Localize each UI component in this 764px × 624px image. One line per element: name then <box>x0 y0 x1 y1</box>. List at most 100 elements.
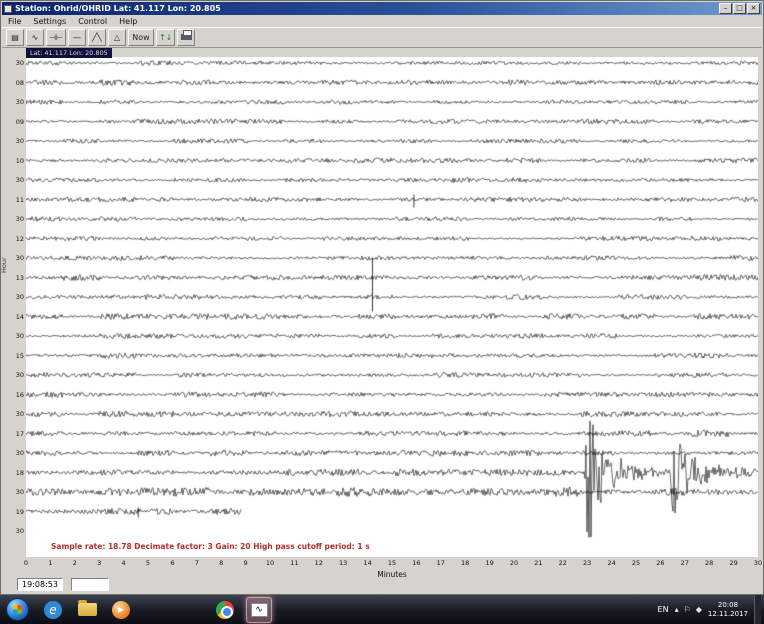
minute-tick-28: 28 <box>705 559 713 567</box>
minute-tick-24: 24 <box>607 559 615 567</box>
minute-tick-13: 13 <box>339 559 347 567</box>
seismograph-app-icon: ∿ <box>251 603 268 617</box>
internet-explorer-icon: e <box>44 601 62 619</box>
minute-tick-6: 6 <box>170 559 174 567</box>
minute-tick-16: 16 <box>412 559 420 567</box>
app-window: Station: Ohrid/OHRID Lat: 41.117 Lon: 20… <box>0 0 764 595</box>
minute-tick-8: 8 <box>219 559 223 567</box>
chrome-button[interactable] <box>212 597 238 623</box>
seismograph-app-button[interactable]: ∿ <box>246 597 272 623</box>
menu-file[interactable]: File <box>2 17 27 26</box>
current-time-display: 19:08:53 <box>17 578 63 591</box>
minute-tick-11: 11 <box>290 559 298 567</box>
hour-label-08:00: 08 <box>3 79 24 87</box>
minute-tick-30: 30 <box>754 559 762 567</box>
system-tray: EN ▴ ⚐ ◆ 20:08 12.11.2017 <box>658 595 764 624</box>
minute-tick-29: 29 <box>729 559 737 567</box>
hour-label-08:30: 30 <box>3 98 24 106</box>
hour-label-07:30: 30 <box>3 59 24 67</box>
minute-tick-22: 22 <box>559 559 567 567</box>
hour-label-09:30: 30 <box>3 137 24 145</box>
hour-label-10:30: 30 <box>3 176 24 184</box>
app-window-icon <box>4 5 12 13</box>
hour-label-11:30: 30 <box>3 215 24 223</box>
minute-tick-14: 14 <box>363 559 371 567</box>
hour-label-13:30: 30 <box>3 293 24 301</box>
now-button[interactable]: Now <box>128 29 154 46</box>
minute-tick-18: 18 <box>461 559 469 567</box>
start-button[interactable] <box>6 598 29 621</box>
menu-control[interactable]: Control <box>72 17 113 26</box>
x-axis-label: Minutes <box>26 570 758 579</box>
media-player-button[interactable]: ▶ <box>108 597 134 623</box>
minute-tick-25: 25 <box>632 559 640 567</box>
network-icon[interactable]: ◆ <box>696 605 702 614</box>
minute-tick-20: 20 <box>510 559 518 567</box>
hour-label-15:30: 30 <box>3 371 24 379</box>
acquisition-info-line: Sample rate: 18.78 Decimate factor: 3 Ga… <box>51 542 370 551</box>
tray-date: 12.11.2017 <box>708 610 748 618</box>
hour-label-16:30: 30 <box>3 410 24 418</box>
close-button[interactable]: × <box>747 3 760 14</box>
title-bar[interactable]: Station: Ohrid/OHRID Lat: 41.117 Lon: 20… <box>2 2 762 15</box>
minute-tick-4: 4 <box>122 559 126 567</box>
minute-tick-10: 10 <box>266 559 274 567</box>
taskbar-icons: e ▶ ∿ <box>36 597 276 623</box>
hour-label-12:00: 12 <box>3 235 24 243</box>
language-indicator[interactable]: EN <box>658 605 669 614</box>
menu-help[interactable]: Help <box>113 17 143 26</box>
window-title: Station: Ohrid/OHRID Lat: 41.117 Lon: 20… <box>15 4 719 13</box>
minute-tick-2: 2 <box>73 559 77 567</box>
hour-label-14:30: 30 <box>3 332 24 340</box>
maximize-button[interactable]: □ <box>733 3 746 14</box>
minute-tick-26: 26 <box>656 559 664 567</box>
minute-tick-9: 9 <box>244 559 248 567</box>
folder-button[interactable] <box>74 597 100 623</box>
scroll-up-down-button[interactable]: ↑↓ <box>156 29 175 46</box>
tray-icons: ▴ ⚐ ◆ <box>675 605 702 614</box>
minute-tick-5: 5 <box>146 559 150 567</box>
waveform-scale-button[interactable]: ∿ <box>26 29 44 46</box>
hour-label-18:00: 18 <box>3 469 24 477</box>
media-player-icon: ▶ <box>112 601 130 619</box>
minute-tick-7: 7 <box>195 559 199 567</box>
caption-buttons: –□× <box>719 3 760 14</box>
y-axis-label: Hour <box>0 257 8 273</box>
action-center-flag-icon[interactable]: ⚐ <box>684 605 691 614</box>
helicorder-canvas <box>26 57 758 557</box>
hour-label-17:00: 17 <box>3 430 24 438</box>
hidden-icons-chevron[interactable]: ▴ <box>675 605 679 614</box>
menu-settings[interactable]: Settings <box>27 17 72 26</box>
print-button[interactable] <box>177 29 195 46</box>
show-desktop-button[interactable] <box>754 595 761 624</box>
minute-tick-27: 27 <box>681 559 689 567</box>
minute-tick-15: 15 <box>388 559 396 567</box>
minimize-button[interactable]: – <box>719 3 732 14</box>
hour-label-10:00: 10 <box>3 157 24 165</box>
internet-explorer-button[interactable]: e <box>40 597 66 623</box>
hour-label-09:00: 09 <box>3 118 24 126</box>
trace-compress-button[interactable]: ⊣⊢ <box>46 29 66 46</box>
tray-clock[interactable]: 20:08 12.11.2017 <box>708 601 748 619</box>
minute-tick-3: 3 <box>97 559 101 567</box>
minute-tick-1: 1 <box>48 559 52 567</box>
taskbar-spacer <box>138 609 208 610</box>
minute-tick-12: 12 <box>315 559 323 567</box>
hour-label-11:00: 11 <box>3 196 24 204</box>
taskbar: e ▶ ∿ EN ▴ ⚐ ◆ 20:08 12.11.2017 <box>0 595 764 624</box>
hour-label-13:00: 13 <box>3 274 24 282</box>
chrome-icon <box>216 601 234 619</box>
hour-label-19:00: 19 <box>3 508 24 516</box>
printer-icon <box>181 34 192 40</box>
menu-bar: FileSettingsControlHelp <box>2 15 762 27</box>
status-indicator-box <box>71 578 109 591</box>
minute-tick-17: 17 <box>437 559 445 567</box>
trace-line-button[interactable]: — <box>68 29 86 46</box>
hour-label-19:30: 30 <box>3 527 24 535</box>
filter-button[interactable]: △ <box>108 29 126 46</box>
amplitude-up-button[interactable]: ╱╲ <box>88 29 106 46</box>
desktop-screen: Station: Ohrid/OHRID Lat: 41.117 Lon: 20… <box>0 0 764 624</box>
page-button[interactable]: ▤ <box>6 29 24 46</box>
minute-tick-19: 19 <box>485 559 493 567</box>
station-coordinates-label: Lat: 41.117 Lon: 20.805 <box>26 48 112 58</box>
